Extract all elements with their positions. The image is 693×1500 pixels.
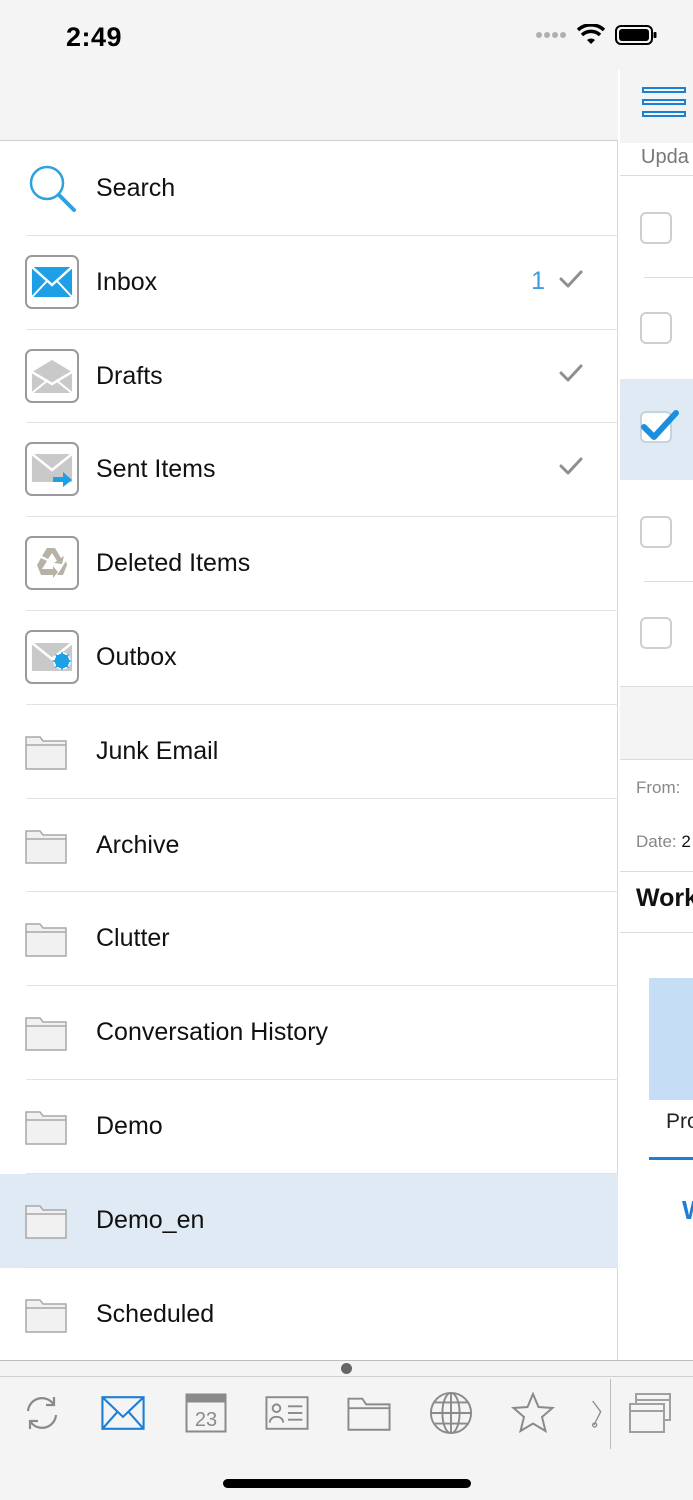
message-list-pane: Upda From: Date: 2 Work Pro W [620,70,693,1376]
menu-icon[interactable] [642,85,686,123]
folder-label: Deleted Items [96,549,251,578]
folder-label: Scheduled [96,1299,215,1328]
folder-label: Outbox [96,642,177,671]
reading-pane-toolbar [620,687,693,759]
folder-icon [25,1193,79,1247]
folder-label: Demo [96,1111,163,1140]
folder-item-outbox[interactable]: Outbox [0,611,618,705]
folder-item-inbox[interactable]: Inbox 1 [0,236,618,330]
search-icon [25,161,79,215]
folder-list: Search Inbox 1 Drafts Sent Items Deleted Item… [0,142,618,1361]
folder-item-demo-en[interactable]: Demo_en [0,1173,618,1268]
folder-item-sent-items[interactable]: Sent Items [0,423,618,518]
message-row[interactable] [620,480,693,581]
folder-icon [25,1287,79,1341]
globe-icon[interactable] [429,1391,473,1435]
page-indicator-dot [341,1363,352,1374]
sync-check-icon [559,364,583,387]
folder-item-clutter[interactable]: Clutter [0,892,618,987]
folder-icon [25,1099,79,1153]
folder-label: Demo_en [96,1205,205,1234]
folder-drawer: Search Inbox 1 Drafts Sent Items Deleted Item… [0,70,618,1360]
message-checkbox[interactable] [640,516,672,548]
message-row[interactable] [620,278,693,379]
folder-item-search[interactable]: Search [0,142,618,236]
unread-count: 1 [531,266,545,295]
message-checkbox[interactable] [640,617,672,649]
folder-label: Inbox [96,267,158,296]
sync-check-icon [559,270,583,293]
message-checkbox[interactable] [640,312,672,344]
from-label: From: [636,778,681,797]
message-row-selected[interactable] [620,379,693,480]
wifi-icon [577,24,605,44]
folder-label: Clutter [96,924,170,953]
calendar-icon[interactable]: 23 [184,1391,228,1435]
recycle-icon [25,536,79,591]
message-tab[interactable]: Pro [666,1110,693,1134]
windows-icon[interactable] [628,1391,672,1435]
message-checkbox-checked[interactable] [640,410,679,443]
folder-label: Drafts [96,361,163,390]
drafts-icon [25,348,79,403]
folders-icon[interactable] [347,1391,391,1435]
folder-item-conversation-history[interactable]: Conversation History [0,986,618,1080]
home-indicator [223,1479,471,1488]
calendar-day: 23 [195,1409,217,1431]
folder-item-archive[interactable]: Archive [0,799,618,893]
signal-icon [536,32,566,38]
checkmark-icon [641,410,679,440]
updated-status: Upda [641,146,689,168]
message-link[interactable]: W [682,1195,693,1226]
toolbar-separator [610,1379,611,1449]
folder-item-drafts[interactable]: Drafts [0,330,618,424]
sync-icon[interactable] [20,1391,64,1435]
sync-check-icon [559,457,583,480]
status-bar: 2:49 [0,0,693,70]
contacts-icon[interactable] [265,1391,309,1435]
message-subject: Work [636,884,693,912]
message-row[interactable] [620,582,693,683]
folder-item-scheduled[interactable]: Scheduled [0,1268,618,1362]
folder-label: Junk Email [96,736,219,765]
bottom-toolbar: 23 [0,1360,693,1500]
drawer-header [0,70,618,141]
message-list-header [620,70,693,143]
folder-label: Conversation History [96,1018,329,1047]
message-row[interactable] [620,176,693,277]
status-icons [535,24,657,46]
toolbar-divider [0,1376,693,1377]
folder-label: Archive [96,830,180,859]
folder-item-demo[interactable]: Demo [0,1080,618,1174]
folder-item-junk-email[interactable]: Junk Email [0,705,618,799]
folder-item-deleted-items[interactable]: Deleted Items [0,517,618,611]
folder-icon [25,911,79,965]
mail-icon[interactable] [101,1391,145,1435]
message-checkbox[interactable] [640,212,672,244]
tools-icon[interactable] [590,1391,610,1435]
folder-icon [25,818,79,872]
folder-label: Search [96,174,176,202]
folder-icon [25,724,79,778]
outbox-icon [25,629,79,684]
divider [620,871,693,872]
divider [620,759,693,760]
sent-items-icon [25,442,79,497]
star-icon[interactable] [511,1391,555,1435]
date-label: Date: 2 [636,832,691,851]
inbox-icon [25,254,79,309]
folder-icon [25,1005,79,1059]
folder-label: Sent Items [96,455,216,484]
battery-icon [615,25,657,45]
status-time: 2:49 [66,22,123,52]
tab-underline [649,1157,693,1160]
message-banner [649,978,693,1100]
divider [620,932,693,933]
